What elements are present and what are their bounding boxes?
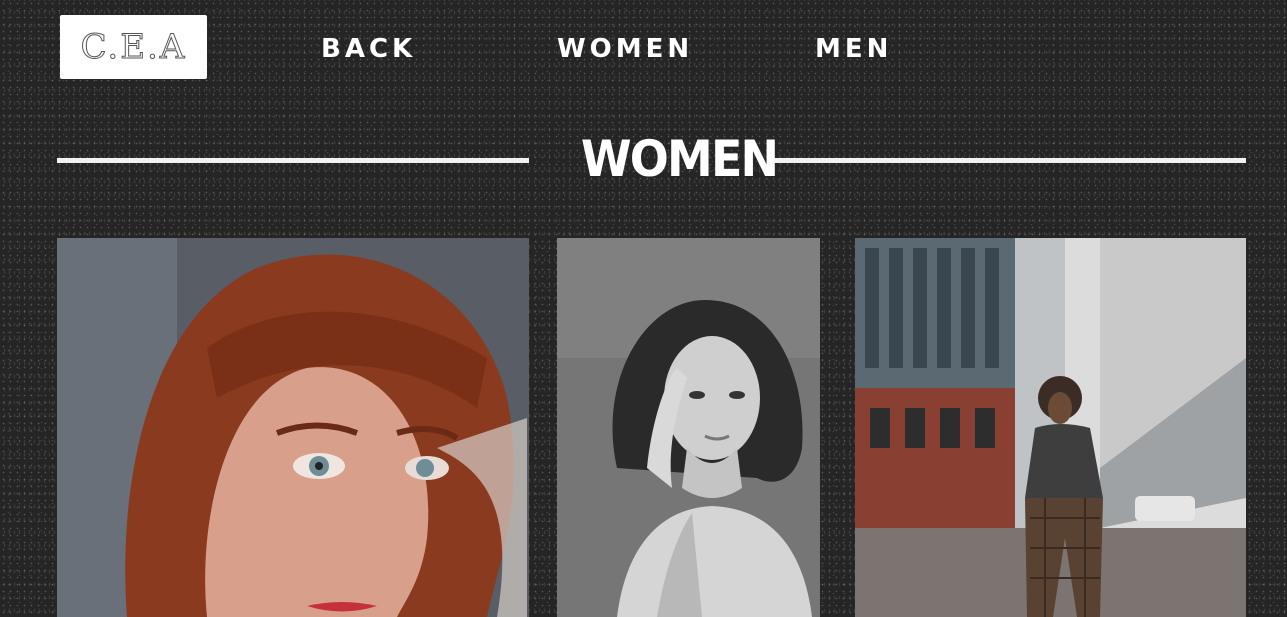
section-divider-right (774, 158, 1246, 163)
nav-back-link[interactable]: BACK (321, 34, 416, 64)
nav-women-link[interactable]: WOMEN (557, 34, 693, 64)
logo[interactable]: C.E.A (60, 15, 207, 79)
gallery-photo-portrait-red-hair[interactable] (57, 238, 529, 617)
section-divider-left (57, 158, 529, 163)
photo-portrait-black-white-image (557, 238, 820, 617)
section-title: WOMEN (580, 130, 779, 188)
gallery-photo-street-fashion[interactable] (855, 238, 1246, 617)
logo-text: C.E.A (80, 27, 187, 68)
nav-men-link[interactable]: MEN (815, 34, 892, 64)
photo-street-fashion-image (855, 238, 1246, 617)
photo-portrait-red-hair-image (57, 238, 529, 617)
gallery-photo-portrait-black-white[interactable] (557, 238, 820, 617)
